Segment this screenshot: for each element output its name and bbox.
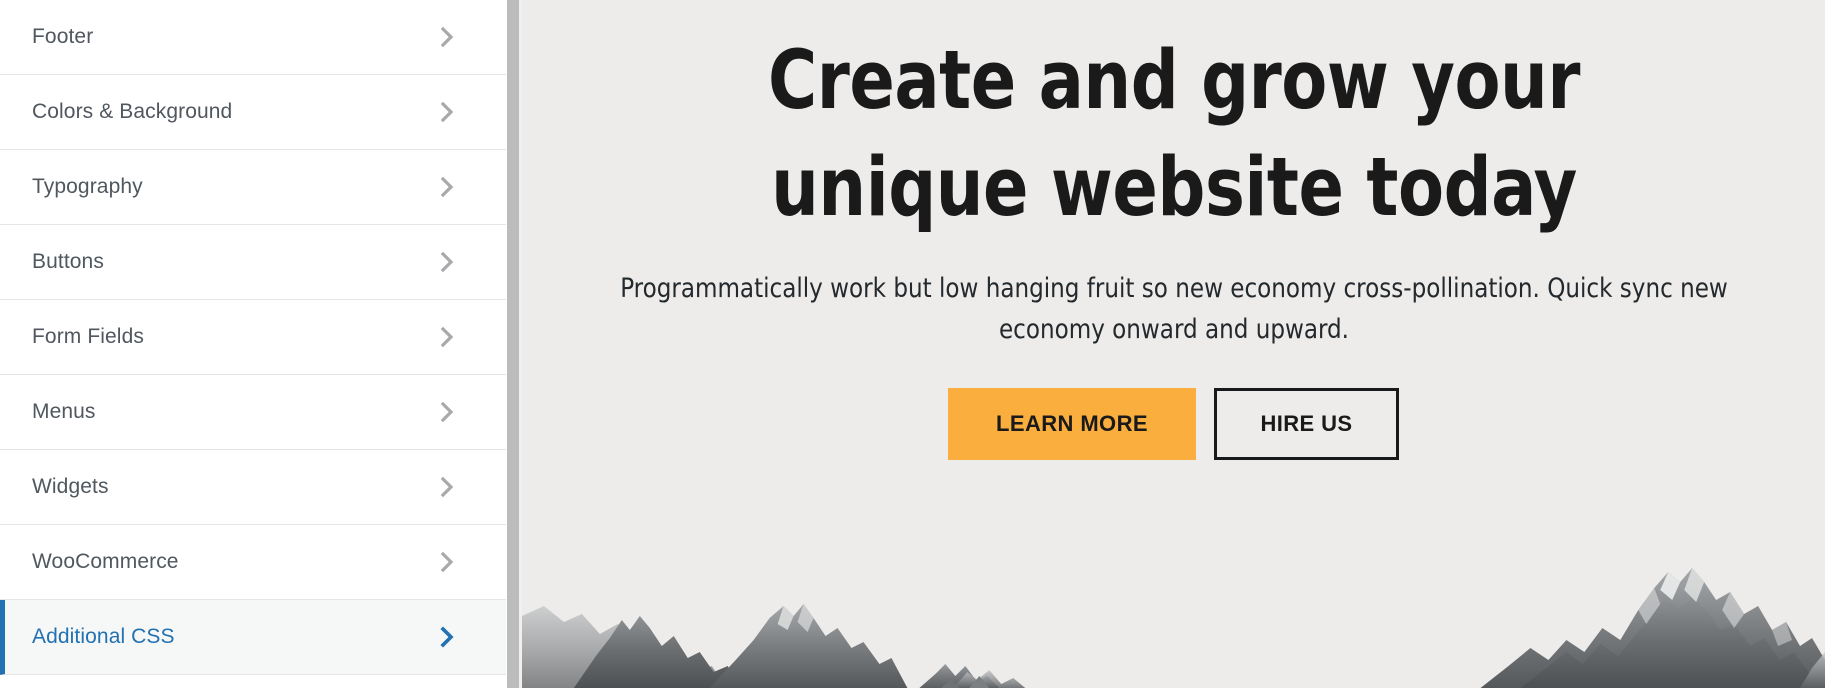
chevron-right-icon [434,399,460,425]
hero-section: Create and grow your unique website toda… [522,0,1825,688]
sidebar-item-typography[interactable]: Typography [0,150,506,225]
sidebar-item-buttons[interactable]: Buttons [0,225,506,300]
sidebar-item-menus[interactable]: Menus [0,375,506,450]
sidebar-item-label: Typography [32,175,143,199]
sidebar-item-footer[interactable]: Footer [0,0,506,75]
chevron-right-icon [434,249,460,275]
sidebar-item-additional-css[interactable]: Additional CSS [0,600,506,675]
hero-title: Create and grow your unique website toda… [767,34,1580,235]
chevron-right-icon [434,624,460,650]
hero-subtitle: Programmatically work but low hanging fr… [619,272,1728,345]
sidebar-item-label: Menus [32,400,96,424]
hero-button-group: Learn More Hire Us [522,387,1825,460]
learn-more-button[interactable]: Learn More [948,387,1196,460]
chevron-right-icon [434,24,460,50]
sidebar-item-label: Form Fields [32,325,144,349]
sidebar-item-label: WooCommerce [32,550,179,574]
chevron-right-icon [434,549,460,575]
sidebar-item-form-fields[interactable]: Form Fields [0,300,506,375]
customizer-screen: Footer Colors & Background Typography Butto… [0,0,1825,688]
sidebar-item-woocommerce[interactable]: WooCommerce [0,525,506,600]
sidebar-scrollbar-thumb[interactable] [507,0,519,688]
hire-us-button[interactable]: Hire Us [1214,387,1399,460]
sidebar-item-label: Footer [32,25,94,49]
sidebar-item-widgets[interactable]: Widgets [0,450,506,525]
sidebar-item-label: Buttons [32,250,104,274]
customizer-section-list: Footer Colors & Background Typography Butto… [0,0,506,675]
sidebar-scrollbar-track[interactable] [506,0,522,688]
hero-content: Create and grow your unique website toda… [522,0,1825,460]
sidebar-item-label: Colors & Background [32,100,233,124]
chevron-right-icon [434,99,460,125]
sidebar-item-label: Widgets [32,475,109,499]
sidebar-item-colors-background[interactable]: Colors & Background [0,75,506,150]
chevron-right-icon [434,324,460,350]
chevron-right-icon [434,174,460,200]
site-preview-frame[interactable]: Create and grow your unique website toda… [522,0,1825,688]
sidebar-item-label: Additional CSS [32,625,175,649]
customizer-sidebar: Footer Colors & Background Typography Butto… [0,0,506,688]
mountain-range-image [522,548,1825,688]
chevron-right-icon [434,474,460,500]
